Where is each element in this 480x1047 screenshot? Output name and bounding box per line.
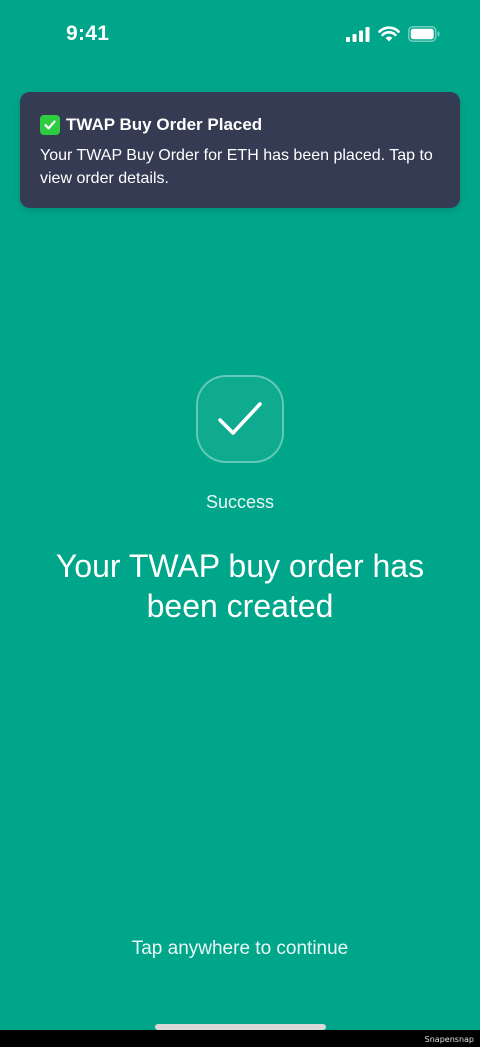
status-label: Success bbox=[205, 492, 275, 512]
check-mark-icon bbox=[40, 115, 60, 135]
notification-title: TWAP Buy Order Placed bbox=[66, 115, 263, 134]
order-notification[interactable]: TWAP Buy Order Placed Your TWAP Buy Orde… bbox=[20, 92, 460, 208]
notification-body: Your TWAP Buy Order for ETH has been pla… bbox=[40, 147, 433, 187]
cellular-signal-icon bbox=[346, 26, 370, 42]
notification-header: TWAP Buy Order Placed bbox=[40, 114, 440, 136]
success-screen[interactable]: 9:41 TWAP Buy Order Placed Your TWAP Buy… bbox=[0, 0, 480, 1030]
battery-icon bbox=[408, 26, 440, 42]
status-time: 9:41 bbox=[66, 22, 110, 45]
status-bar: 9:41 bbox=[0, 0, 480, 72]
home-indicator[interactable] bbox=[155, 1024, 326, 1030]
check-icon bbox=[217, 400, 263, 438]
watermark: Snapensnap bbox=[424, 1035, 474, 1044]
continue-hint: Tap anywhere to continue bbox=[131, 938, 349, 959]
wifi-icon bbox=[378, 26, 400, 42]
headline: Your TWAP buy order has been created bbox=[55, 548, 425, 624]
success-badge bbox=[196, 375, 284, 463]
status-icons bbox=[346, 26, 440, 42]
